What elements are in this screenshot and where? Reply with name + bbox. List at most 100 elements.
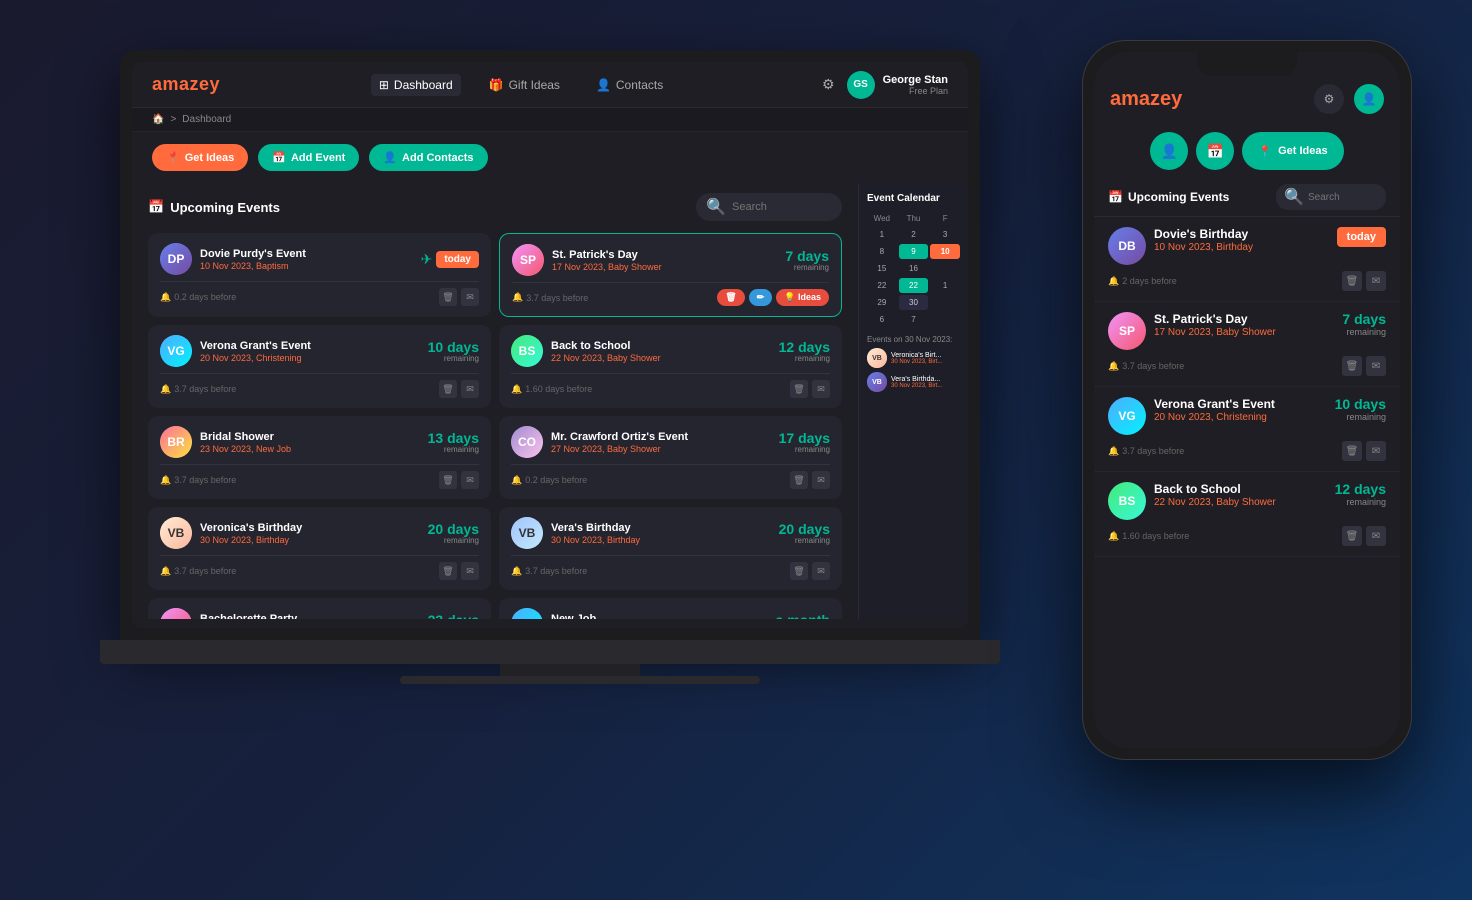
- trash-icon[interactable]: 🗑: [790, 380, 808, 398]
- phone-user-icon[interactable]: 👤: [1354, 84, 1384, 114]
- event-name: Back to School: [551, 340, 771, 352]
- phone-event-footer: 🔔 2 days before 🗑 ✉: [1108, 271, 1386, 291]
- add-event-button[interactable]: 📅 Add Event: [258, 144, 359, 171]
- phone-trash-icon[interactable]: 🗑: [1342, 356, 1362, 376]
- cal-day[interactable]: 22: [867, 278, 897, 293]
- phone-mail-icon[interactable]: ✉: [1366, 271, 1386, 291]
- phone-search-input[interactable]: [1308, 192, 1378, 203]
- cal-day[interactable]: 6: [867, 312, 897, 327]
- event-date: 30 Nov 2023, Birthday: [200, 535, 420, 545]
- mail-icon[interactable]: ✉: [461, 288, 479, 306]
- cal-header: F: [930, 212, 960, 225]
- event-card: BR Bridal Shower 23 Nov 2023, New Job 13…: [148, 416, 491, 499]
- phone-header-icons: ⚙ 👤: [1314, 84, 1384, 114]
- search-box[interactable]: 🔍: [696, 193, 842, 221]
- mail-icon[interactable]: ✉: [812, 471, 830, 489]
- cal-day[interactable]: 15: [867, 261, 897, 276]
- event-actions: 🗑 ✉: [439, 471, 479, 489]
- phone-trash-icon[interactable]: 🗑: [1342, 271, 1362, 291]
- phone-mail-icon[interactable]: ✉: [1366, 441, 1386, 461]
- cal-day[interactable]: 16: [899, 261, 929, 276]
- nav-gift-ideas[interactable]: 🎁 Gift Ideas: [481, 74, 568, 96]
- cal-event-item: VB Vera's Birthda... 30 Nov 2023, Birt..…: [867, 372, 960, 392]
- reminder-text: 🔔 3.7 days before: [160, 384, 236, 395]
- trash-icon[interactable]: 🗑: [439, 562, 457, 580]
- days-number: 12 days: [779, 340, 830, 354]
- event-card-header: VB Vera's Birthday 30 Nov 2023, Birthday…: [511, 517, 830, 549]
- phone-event-days: 10 days remaining: [1335, 397, 1386, 422]
- cal-day[interactable]: 1: [930, 278, 960, 293]
- mail-icon[interactable]: ✉: [812, 562, 830, 580]
- phone-action-icons: 🗑 ✉: [1342, 526, 1386, 546]
- get-ideas-button[interactable]: 📍 Get Ideas: [152, 144, 248, 171]
- mail-icon[interactable]: ✉: [812, 380, 830, 398]
- ideas-button[interactable]: 💡 Ideas: [776, 289, 829, 306]
- cal-day[interactable]: 29: [867, 295, 897, 310]
- phone-trash-icon[interactable]: 🗑: [1342, 526, 1362, 546]
- cal-day-today[interactable]: 10: [930, 244, 960, 259]
- phone-mail-icon[interactable]: ✉: [1366, 526, 1386, 546]
- search-input[interactable]: [732, 201, 832, 213]
- cal-day[interactable]: 7: [899, 312, 929, 327]
- settings-icon[interactable]: ⚙: [822, 76, 835, 93]
- event-avatar: BR: [160, 426, 192, 458]
- trash-icon[interactable]: 🗑: [439, 288, 457, 306]
- cal-day[interactable]: [930, 261, 960, 276]
- cal-events-section: Events on 30 Nov 2023: VB Veronica's Bir…: [867, 335, 960, 392]
- days-label: remaining: [785, 263, 829, 272]
- event-card: SP St. Patrick's Day 17 Nov 2023, Baby S…: [499, 233, 842, 317]
- mail-icon[interactable]: ✉: [461, 380, 479, 398]
- phone-event-top: SP St. Patrick's Day 17 Nov 2023, Baby S…: [1108, 312, 1386, 350]
- add-contacts-button[interactable]: 👤 Add Contacts: [369, 144, 487, 171]
- edit-button[interactable]: ✏: [749, 289, 773, 306]
- cal-day[interactable]: 2: [899, 227, 929, 242]
- event-footer: 🔔 3.7 days before 🗑 ✉: [160, 555, 479, 580]
- calendar-grid: Wed Thu F 1 2 3 8 9 10 15 16: [867, 212, 960, 327]
- phone-add-contact-button[interactable]: 👤: [1150, 132, 1188, 170]
- event-date: 30 Nov 2023, Birthday: [551, 535, 771, 545]
- cal-day[interactable]: [930, 295, 960, 310]
- cal-day[interactable]: 1: [867, 227, 897, 242]
- event-info: Vera's Birthday 30 Nov 2023, Birthday: [551, 522, 771, 545]
- cal-day[interactable]: 9: [899, 244, 929, 259]
- event-card-header: BR Bridal Shower 23 Nov 2023, New Job 13…: [160, 426, 479, 458]
- event-footer: 🔔 0.2 days before 🗑 ✉: [511, 464, 830, 489]
- cal-day[interactable]: [930, 312, 960, 327]
- phone-add-event-button[interactable]: 📅: [1196, 132, 1234, 170]
- event-card-header: VG Verona Grant's Event 20 Nov 2023, Chr…: [160, 335, 479, 367]
- trash-icon[interactable]: 🗑: [439, 471, 457, 489]
- reminder-icon: 🔔: [160, 292, 171, 303]
- phone-event-top: BS Back to School 22 Nov 2023, Baby Show…: [1108, 482, 1386, 520]
- reminder-icon: 🔔: [160, 566, 171, 577]
- home-icon: 🏠: [152, 114, 164, 125]
- phone-reminder: 🔔 1.60 days before: [1108, 531, 1189, 542]
- phone-event-name: St. Patrick's Day: [1154, 312, 1334, 326]
- cal-event-date: 30 Nov 2023, Birt...: [891, 383, 960, 389]
- event-info: St. Patrick's Day 17 Nov 2023, Baby Show…: [552, 249, 777, 272]
- trash-icon[interactable]: 🗑: [790, 471, 808, 489]
- cal-day-selected[interactable]: 30: [899, 295, 929, 310]
- phone-trash-icon[interactable]: 🗑: [1342, 441, 1362, 461]
- delete-button[interactable]: 🗑: [717, 289, 744, 306]
- cal-day[interactable]: 3: [930, 227, 960, 242]
- mail-icon[interactable]: ✉: [461, 562, 479, 580]
- reminder-text: 🔔 0.2 days before: [511, 475, 587, 486]
- nav-contacts[interactable]: 👤 Contacts: [588, 74, 671, 96]
- user-badge: GS George Stan Free Plan: [847, 71, 948, 99]
- phone-mail-icon[interactable]: ✉: [1366, 356, 1386, 376]
- add-event-icon: 📅: [272, 151, 286, 164]
- cal-day[interactable]: 8: [867, 244, 897, 259]
- days-number: a month: [776, 613, 830, 620]
- nav-dashboard[interactable]: ⊞ Dashboard: [371, 74, 461, 96]
- event-info: Bachelorette Party 3 Dec 2023, New Baby: [200, 613, 420, 620]
- mail-icon[interactable]: ✉: [461, 471, 479, 489]
- phone-search-box[interactable]: 🔍: [1276, 184, 1386, 210]
- trash-icon[interactable]: 🗑: [790, 562, 808, 580]
- phone-event-avatar: DB: [1108, 227, 1146, 265]
- trash-icon[interactable]: 🗑: [439, 380, 457, 398]
- calendar-icon: 📅: [148, 199, 164, 215]
- phone-settings-icon[interactable]: ⚙: [1314, 84, 1344, 114]
- phone-get-ideas-button[interactable]: 📍 Get Ideas: [1242, 132, 1343, 170]
- event-actions: 🗑 ✉: [439, 562, 479, 580]
- cal-day[interactable]: 22: [899, 278, 929, 293]
